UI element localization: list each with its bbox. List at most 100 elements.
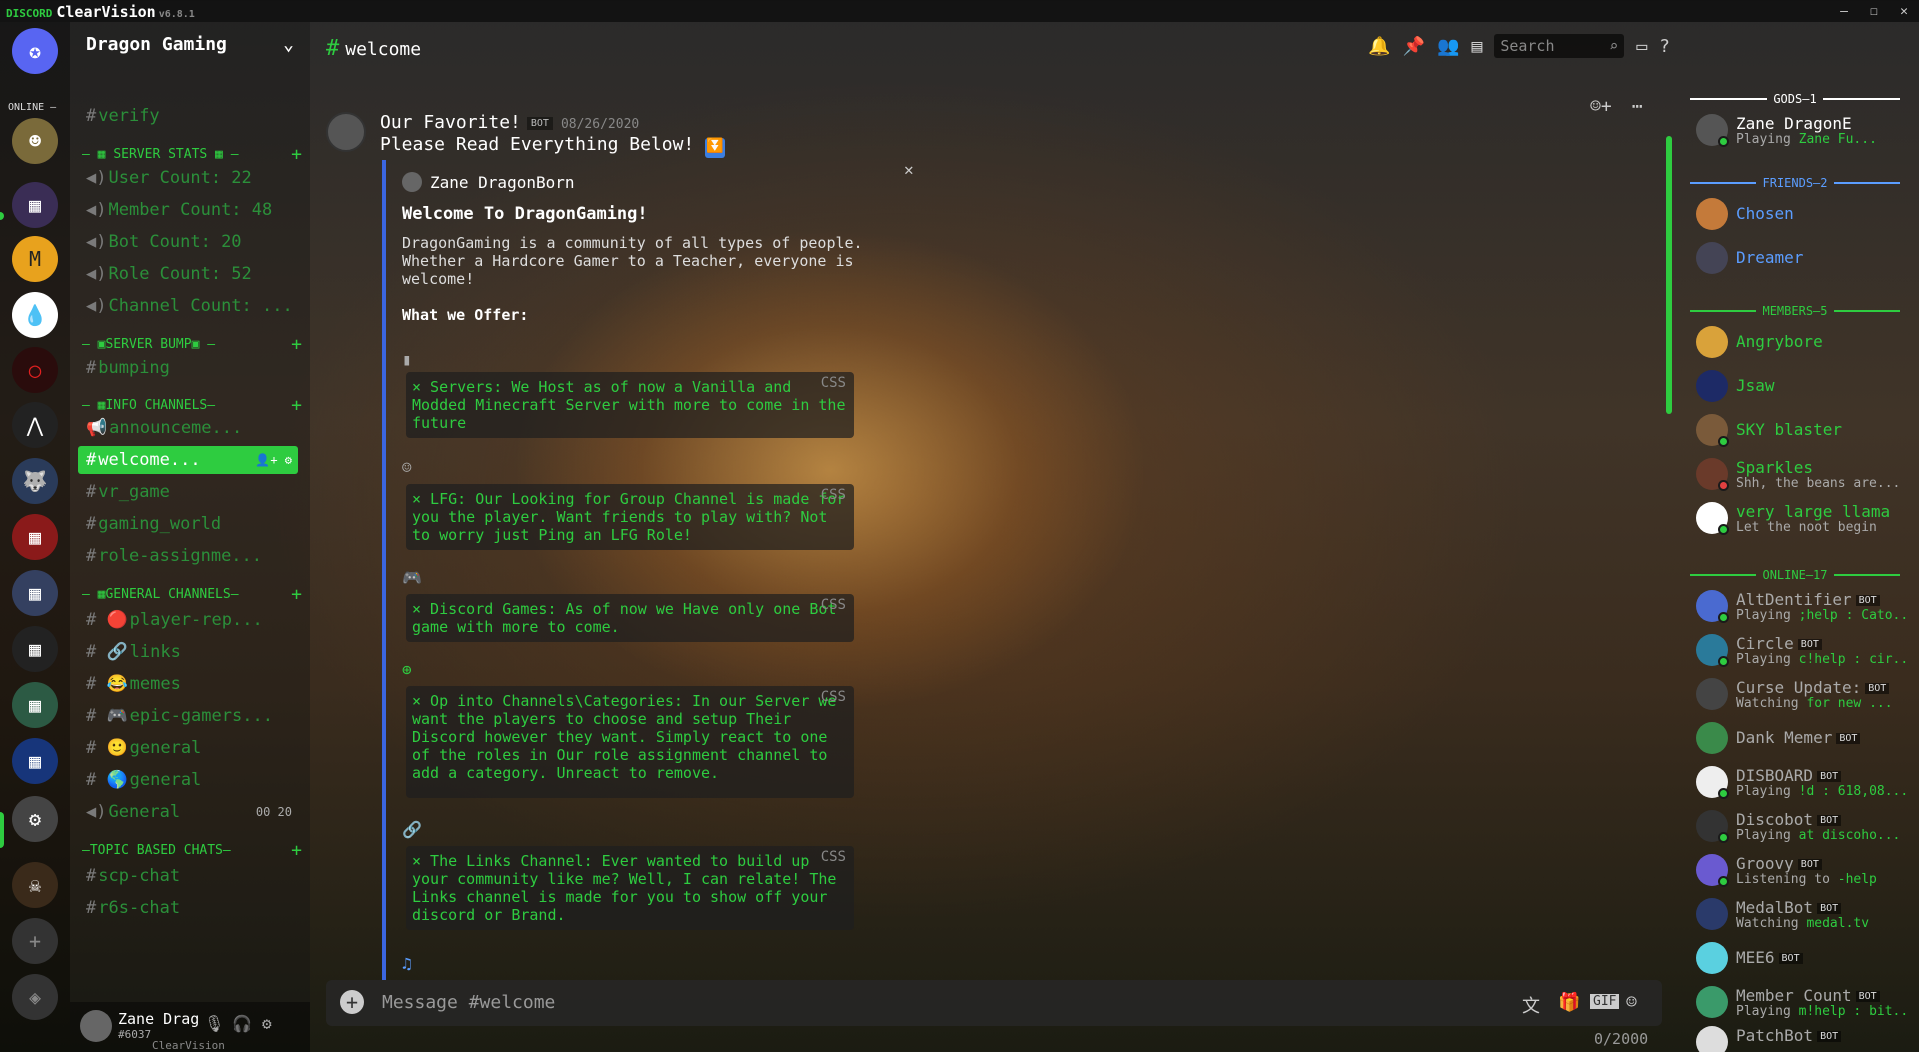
add-channel-icon[interactable]: + <box>291 840 302 861</box>
member-item[interactable]: PatchBot BOT <box>1696 1024 1916 1052</box>
bot-badge: BOT <box>526 116 553 130</box>
channel-user-count[interactable]: ◀) User Count: 22 <box>86 164 298 192</box>
channel-channel-count[interactable]: ◀) Channel Count: ... <box>86 292 298 320</box>
category-info-channels[interactable]: — ▦ INFO CHANNELS — + <box>82 395 302 416</box>
server-icon-7[interactable]: ☠ <box>12 862 58 908</box>
server-folder-icon-2[interactable]: ▦ <box>12 514 58 560</box>
server-icon-5[interactable]: ⋀ <box>12 402 58 448</box>
category-general-channels[interactable]: — ▦ GENERAL CHANNELS — + <box>82 584 302 605</box>
gear-icon[interactable]: ⚙ <box>262 1014 272 1033</box>
channel-bumping[interactable]: # bumping <box>86 354 298 382</box>
channel-vr-game[interactable]: # vr_game <box>86 478 298 506</box>
server-icon-4[interactable]: ◯ <box>12 347 58 393</box>
channel-memes[interactable]: # 😂 memes <box>86 670 298 698</box>
channel-role-count[interactable]: ◀) Role Count: 52 <box>86 260 298 288</box>
search-input[interactable]: Search ⌕ <box>1494 34 1625 58</box>
maximize-icon[interactable]: ☐ <box>1859 0 1889 22</box>
server-icon-6[interactable]: 🐺 <box>12 458 58 504</box>
channel-bot-count[interactable]: ◀) Bot Count: 20 <box>86 228 298 256</box>
inbox-icon[interactable]: ▭ <box>1636 36 1647 57</box>
channel-player-rep[interactable]: # 🔴 player-rep... <box>86 606 298 634</box>
category-server-bump[interactable]: — ▣ SERVER BUMP ▣ — + <box>82 334 302 355</box>
bell-icon[interactable]: 🔔 <box>1368 36 1390 57</box>
channel-scp-chat[interactable]: # scp-chat <box>86 862 298 890</box>
channel-gaming-world[interactable]: # gaming_world <box>86 510 298 538</box>
member-item[interactable]: AltDentifier BOT Playing ;help : Cato... <box>1696 588 1916 624</box>
emoji-icon[interactable]: ☺ <box>1626 992 1637 1013</box>
channel-r6s-chat[interactable]: # r6s-chat <box>86 894 298 922</box>
server-icon-2[interactable]: M <box>12 236 58 282</box>
server-icon-3[interactable]: 💧 <box>12 292 58 338</box>
member-item[interactable]: Curse Update: BOT Watching for new ... <box>1696 676 1916 712</box>
window-titlebar: DISCORD ClearVision v6.8.1 – ☐ ✕ <box>0 0 1919 22</box>
avatar[interactable] <box>80 1010 112 1042</box>
member-item[interactable]: Dank Memer BOT <box>1696 720 1916 756</box>
add-server-icon[interactable]: + <box>12 918 58 964</box>
channel-welcome[interactable]: # welcome... 👤+ ⚙ <box>78 446 298 474</box>
microphone-icon[interactable]: 🎙 <box>204 1014 224 1033</box>
gift-icon[interactable]: 🎁 <box>1558 992 1580 1013</box>
close-icon[interactable]: ✕ <box>904 160 914 179</box>
pin-icon[interactable]: 📌 <box>1403 36 1425 57</box>
help-icon[interactable]: ? <box>1659 36 1670 57</box>
add-channel-icon[interactable]: + <box>291 334 302 355</box>
member-item[interactable]: MedalBot BOT Watching medal.tv <box>1696 896 1916 932</box>
member-item[interactable]: Angrybore <box>1696 324 1916 360</box>
server-folder-icon-5[interactable]: ▦ <box>12 682 58 728</box>
add-channel-icon[interactable]: + <box>291 584 302 605</box>
member-group-header: ONLINE—17 <box>1690 568 1900 582</box>
gif-icon[interactable]: GIF <box>1590 994 1620 1009</box>
channel-epic-gamers[interactable]: # 🎮 epic-gamers... <box>86 702 298 730</box>
category-server-stats[interactable]: — ▦ SERVER STATS ▦ — + <box>82 144 302 165</box>
member-item[interactable]: Zane DragonE Playing Zane Fu... <box>1696 112 1916 148</box>
more-icon[interactable]: ⋯ <box>1632 96 1643 117</box>
channel-verify[interactable]: # verify <box>86 102 298 130</box>
guild-header[interactable]: Dragon Gaming ⌄ <box>70 22 310 70</box>
member-item[interactable]: DISBOARD BOT Playing !d : 618,08... <box>1696 764 1916 800</box>
member-item[interactable]: Chosen <box>1696 196 1916 232</box>
add-reaction-icon[interactable]: ☺+ <box>1590 96 1612 117</box>
members-icon[interactable]: 👥 <box>1437 36 1459 57</box>
avatar[interactable] <box>326 112 366 152</box>
server-icon-dragon-gaming[interactable]: ⚙ <box>12 796 58 842</box>
member-item[interactable]: MEE6 BOT <box>1696 940 1916 976</box>
member-item[interactable]: very large llama Let the noot begin <box>1696 500 1916 536</box>
channel-general-1[interactable]: # 🙂 general <box>86 734 298 762</box>
message-input[interactable]: Message #welcome <box>382 992 555 1013</box>
chat-scrollbar[interactable] <box>1666 136 1672 414</box>
server-folder-icon-6[interactable]: ▦ <box>12 738 58 784</box>
translate-icon[interactable]: 文 <box>1522 992 1540 1018</box>
server-icon-1[interactable]: ☻ <box>12 118 58 164</box>
channel-links[interactable]: # 🔗 links <box>86 638 298 666</box>
member-item[interactable]: Dreamer <box>1696 240 1916 276</box>
member-item[interactable]: SKY blaster <box>1696 412 1916 448</box>
add-channel-icon[interactable]: + <box>291 144 302 165</box>
threads-icon[interactable]: ▤ <box>1471 36 1482 57</box>
member-item[interactable]: Member Count BOT Playing m!help : bit... <box>1696 984 1916 1020</box>
server-folder-icon-1[interactable]: ▦ <box>12 182 58 228</box>
member-item[interactable]: Groovy BOT Listening to -help <box>1696 852 1916 888</box>
explore-servers-icon[interactable]: ◈ <box>12 974 58 1020</box>
channel-announcements[interactable]: 📢 announceme... <box>86 414 298 442</box>
upload-plus-icon[interactable]: + <box>340 990 364 1014</box>
channel-general-2[interactable]: # 🌎 general <box>86 766 298 794</box>
message-composer[interactable]: + Message #welcome 文 🎁 GIF ☺ <box>326 980 1662 1026</box>
voice-channel-general[interactable]: ◀) General 00 20 <box>86 798 298 826</box>
channel-role-assignment[interactable]: # role-assignme... <box>86 542 298 570</box>
message-author[interactable]: Our Favorite! <box>380 112 521 133</box>
invite-and-settings-icon[interactable]: 👤+ ⚙ <box>255 453 298 467</box>
discord-home-icon[interactable]: ✪ <box>12 28 58 74</box>
member-item[interactable]: Circle BOT Playing c!help : cir... <box>1696 632 1916 668</box>
headphones-icon[interactable]: 🎧 <box>232 1014 252 1033</box>
add-channel-icon[interactable]: + <box>291 395 302 416</box>
member-item[interactable]: Sparkles Shh, the beans are... <box>1696 456 1916 492</box>
close-icon[interactable]: ✕ <box>1889 0 1919 22</box>
server-folder-icon-3[interactable]: ▦ <box>12 570 58 616</box>
channel-member-count[interactable]: ◀) Member Count: 48 <box>86 196 298 224</box>
member-item[interactable]: Jsaw <box>1696 368 1916 404</box>
server-folder-icon-4[interactable]: ▦ <box>12 626 58 672</box>
category-topic-chats[interactable]: — TOPIC BASED CHATS — + <box>82 840 302 861</box>
minimize-icon[interactable]: – <box>1829 0 1859 22</box>
brand-label: DISCORD <box>6 7 53 20</box>
member-item[interactable]: Discobot BOT Playing at discoho... <box>1696 808 1916 844</box>
